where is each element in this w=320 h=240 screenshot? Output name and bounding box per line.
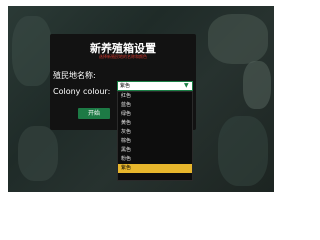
colour-option[interactable]: 红色 <box>118 92 192 101</box>
colony-name-label: 殖民地名称: <box>53 71 96 80</box>
colour-option[interactable]: 黑色 <box>118 146 192 155</box>
colour-dropdown-list: 红色 蓝色 绿色 黄色 灰色 棕色 黑色 粉色 紫色 <box>117 91 193 181</box>
colour-option[interactable]: 粉色 <box>118 155 192 164</box>
colony-colour-label: Colony colour: <box>53 87 111 96</box>
screenshot-frame: 新养殖箱设置 选择新殖民地的名称和颜色 殖民地名称: Colony colour… <box>0 0 280 200</box>
colour-option[interactable]: 绿色 <box>118 110 192 119</box>
background-foliage <box>12 16 52 86</box>
background-foliage <box>18 126 58 181</box>
colour-option[interactable]: 黄色 <box>118 119 192 128</box>
colour-option[interactable]: 蓝色 <box>118 101 192 110</box>
colony-name-input[interactable] <box>117 69 192 80</box>
colour-option[interactable]: 灰色 <box>118 128 192 137</box>
colony-colour-selected-value: 紫色 <box>120 83 131 89</box>
colour-option[interactable]: 棕色 <box>118 137 192 146</box>
background-foliage <box>218 116 268 186</box>
background-foliage <box>243 61 271 109</box>
dialog-subtitle: 选择新殖民地的名称和颜色 <box>99 54 147 59</box>
colony-colour-select[interactable]: 紫色 ▼ <box>117 81 193 91</box>
colour-option[interactable]: 紫色 <box>118 164 192 173</box>
chevron-down-icon: ▼ <box>184 82 189 89</box>
start-button[interactable]: 开始 <box>78 108 110 119</box>
background-foliage <box>208 14 268 64</box>
